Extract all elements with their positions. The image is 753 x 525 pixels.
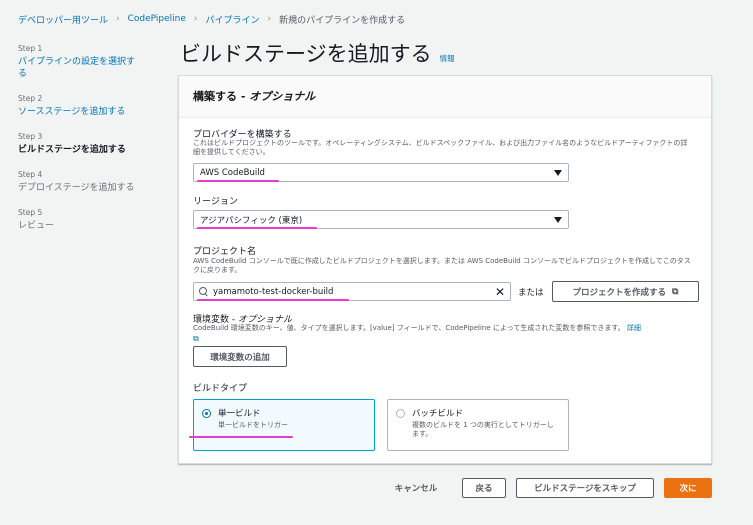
project-search-value: yamamoto-test-docker-build — [213, 286, 334, 297]
radio-description: 単一ビルドをトリガー — [218, 421, 288, 429]
breadcrumb-codepipeline[interactable]: CodePipeline — [128, 14, 186, 24]
step-4: Step 4 デプロイステージを追加する — [18, 170, 138, 194]
build-panel: 構築する - オプショナル プロバイダーを構築する これはビルドプロジェクトのツ… — [178, 75, 712, 464]
wizard-steps: Step 1 パイプラインの設定を選択する Step 2 ソースステージを追加す… — [18, 44, 138, 246]
region-select-value: アジアパシフィック (東京) — [200, 215, 303, 226]
chevron-right-icon: › — [116, 14, 120, 24]
back-button[interactable]: 戻る — [462, 478, 506, 498]
or-text: または — [518, 288, 544, 298]
panel-title-optional: オプショナル — [249, 90, 316, 103]
radio-selected-icon[interactable] — [202, 409, 211, 418]
clear-icon[interactable]: ✕ — [495, 286, 505, 298]
step-deploy-stage: デプロイステージを追加する — [18, 183, 135, 193]
step-5: Step 5 レビュー — [18, 208, 138, 232]
breadcrumb: デベロッパー用ツール › CodePipeline › パイプライン › 新規の… — [18, 12, 405, 26]
region-label: リージョン — [193, 197, 238, 207]
step-link-source-stage[interactable]: ソースステージを追加する — [18, 106, 138, 118]
radio-description: 複数のビルドを 1 つの実行としてトリガーします。 — [412, 421, 554, 438]
highlight-underline — [197, 180, 279, 182]
step-current-build-stage: ビルドステージを追加する — [18, 145, 126, 155]
env-description-text: CodeBuild 環境変数のキー、値、タイプを選択します。[value] フィ… — [193, 324, 625, 332]
project-description: AWS CodeBuild コンソールで既に作成したビルドプロジェクトを選択しま… — [193, 257, 691, 274]
breadcrumb-developer-tools[interactable]: デベロッパー用ツール — [18, 13, 108, 26]
step-number: Step 4 — [18, 170, 43, 179]
step-1: Step 1 パイプラインの設定を選択する — [18, 44, 138, 80]
step-3: Step 3 ビルドステージを追加する — [18, 132, 138, 156]
highlight-underline — [197, 299, 349, 301]
create-project-button-label: プロジェクトを作成する — [572, 287, 667, 298]
step-review: レビュー — [18, 221, 55, 231]
caret-down-icon — [554, 216, 562, 223]
radio-unselected-icon[interactable] — [396, 409, 405, 418]
cancel-button[interactable]: キャンセル — [388, 478, 444, 498]
next-button[interactable]: 次に — [664, 478, 712, 498]
step-number: Step 1 — [18, 44, 43, 53]
env-description: CodeBuild 環境変数のキー、値、タイプを選択します。[value] フィ… — [193, 324, 693, 333]
build-type-single-option[interactable]: 単一ビルド 単一ビルドをトリガー — [193, 399, 375, 451]
panel-title-separator: - — [237, 90, 250, 103]
add-env-var-button[interactable]: 環境変数の追加 — [193, 346, 287, 367]
caret-down-icon — [554, 169, 562, 176]
build-type-label: ビルドタイプ — [193, 384, 248, 394]
page-title-wrap: ビルドステージを追加する 情報 — [180, 38, 455, 68]
panel-header: 構築する - オプショナル — [179, 76, 711, 118]
search-icon — [199, 287, 208, 296]
env-detail-link[interactable]: 詳細 — [627, 324, 641, 332]
highlight-underline — [189, 436, 293, 438]
breadcrumb-current: 新規のパイプラインを作成する — [279, 15, 406, 26]
step-number: Step 3 — [18, 132, 43, 141]
provider-description: これはビルドプロジェクトのツールです。オペレーティングシステム、ビルドスペックフ… — [193, 139, 688, 156]
create-project-button[interactable]: プロジェクトを作成する ⧉ — [552, 281, 699, 302]
radio-title: バッチビルド — [412, 409, 464, 419]
external-link-icon[interactable]: ⧉ — [193, 334, 199, 344]
skip-build-stage-button[interactable]: ビルドステージをスキップ — [516, 478, 654, 498]
chevron-right-icon: › — [267, 14, 272, 24]
project-label: プロジェクト名 — [193, 247, 257, 257]
step-2: Step 2 ソースステージを追加する — [18, 94, 138, 118]
step-number: Step 2 — [18, 94, 43, 103]
highlight-underline — [197, 227, 317, 229]
step-link-pipeline-settings[interactable]: パイプラインの設定を選択する — [18, 56, 138, 80]
provider-select-value: AWS CodeBuild — [200, 167, 265, 178]
panel-title: 構築する — [193, 90, 237, 103]
step-number: Step 5 — [18, 208, 43, 217]
build-type-batch-option[interactable]: バッチビルド 複数のビルドを 1 つの実行としてトリガーします。 — [387, 399, 569, 451]
page-title: ビルドステージを追加する — [180, 42, 432, 66]
external-link-icon: ⧉ — [672, 286, 679, 297]
chevron-right-icon: › — [193, 14, 198, 24]
radio-title: 単一ビルド — [218, 409, 261, 419]
breadcrumb-pipelines[interactable]: パイプライン — [206, 13, 260, 26]
info-link[interactable]: 情報 — [440, 53, 455, 64]
radio-text: バッチビルド 複数のビルドを 1 つの実行としてトリガーします。 — [412, 407, 560, 443]
